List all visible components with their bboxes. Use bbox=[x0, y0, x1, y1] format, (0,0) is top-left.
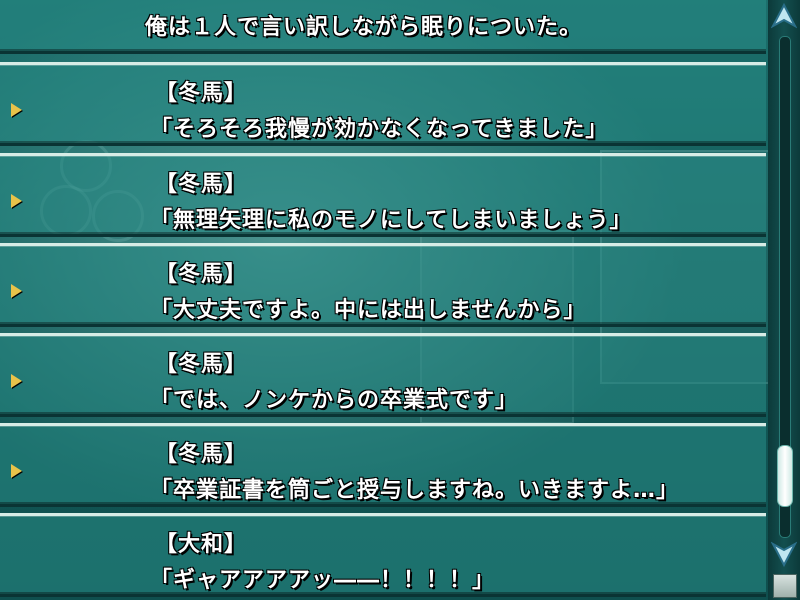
scroll-up-button[interactable] bbox=[771, 2, 797, 30]
dialogue-line: 俺は１人で言い訳しながら眠りについた。 bbox=[145, 15, 583, 40]
close-backlog-button[interactable] bbox=[773, 574, 797, 598]
backlog-entry[interactable]: 【冬馬】 「そろそろ我慢が効かなくなってきました」 bbox=[0, 62, 766, 146]
chevron-down-icon bbox=[771, 541, 797, 568]
voice-replay-icon[interactable] bbox=[11, 374, 22, 388]
voice-replay-icon[interactable] bbox=[11, 464, 22, 478]
speaker-name: 【冬馬】 bbox=[155, 172, 248, 197]
voice-replay-icon[interactable] bbox=[11, 103, 22, 117]
voice-replay-icon[interactable] bbox=[11, 194, 22, 208]
dialogue-line: 「卒業証書を筒ごと授与しますね。いきますよ…」 bbox=[150, 478, 680, 503]
backlog-entry[interactable]: 【冬馬】 「大丈夫ですよ。中には出しませんから」 bbox=[0, 243, 766, 327]
dialogue-line: 「では、ノンケからの卒業式です」 bbox=[150, 388, 519, 413]
speaker-name: 【冬馬】 bbox=[155, 81, 248, 106]
backlog-screen: 俺は１人で言い訳しながら眠りについた。 【冬馬】 「そろそろ我慢が効かなくなって… bbox=[0, 0, 800, 600]
dialogue-line: 「ギャアアアアッ――！！！！」 bbox=[150, 568, 496, 593]
chevron-up-icon bbox=[771, 2, 797, 29]
voice-replay-icon[interactable] bbox=[11, 284, 22, 298]
dialogue-line: 「大丈夫ですよ。中には出しませんから」 bbox=[150, 298, 587, 323]
scroll-down-button[interactable] bbox=[771, 540, 797, 568]
speaker-name: 【冬馬】 bbox=[155, 442, 248, 467]
speaker-name: 【冬馬】 bbox=[155, 352, 248, 377]
scrollbar[interactable] bbox=[768, 0, 800, 600]
backlog-list[interactable]: 俺は１人で言い訳しながら眠りについた。 【冬馬】 「そろそろ我慢が効かなくなって… bbox=[0, 0, 768, 600]
speaker-name: 【大和】 bbox=[155, 532, 248, 557]
backlog-entry[interactable]: 【冬馬】 「卒業証書を筒ごと授与しますね。いきますよ…」 bbox=[0, 423, 766, 507]
scroll-thumb[interactable] bbox=[777, 445, 793, 508]
backlog-entry[interactable]: 【冬馬】 「無理矢理に私のモノにしてしまいましょう」 bbox=[0, 153, 766, 237]
backlog-entry[interactable]: 【大和】 「ギャアアアアッ――！！！！」 bbox=[0, 513, 766, 597]
dialogue-line: 「そろそろ我慢が効かなくなってきました」 bbox=[150, 117, 609, 142]
backlog-entry[interactable]: 俺は１人で言い訳しながら眠りについた。 bbox=[0, 0, 766, 54]
speaker-name: 【冬馬】 bbox=[155, 262, 248, 287]
backlog-entry[interactable]: 【冬馬】 「では、ノンケからの卒業式です」 bbox=[0, 333, 766, 417]
dialogue-line: 「無理矢理に私のモノにしてしまいましょう」 bbox=[150, 208, 633, 233]
